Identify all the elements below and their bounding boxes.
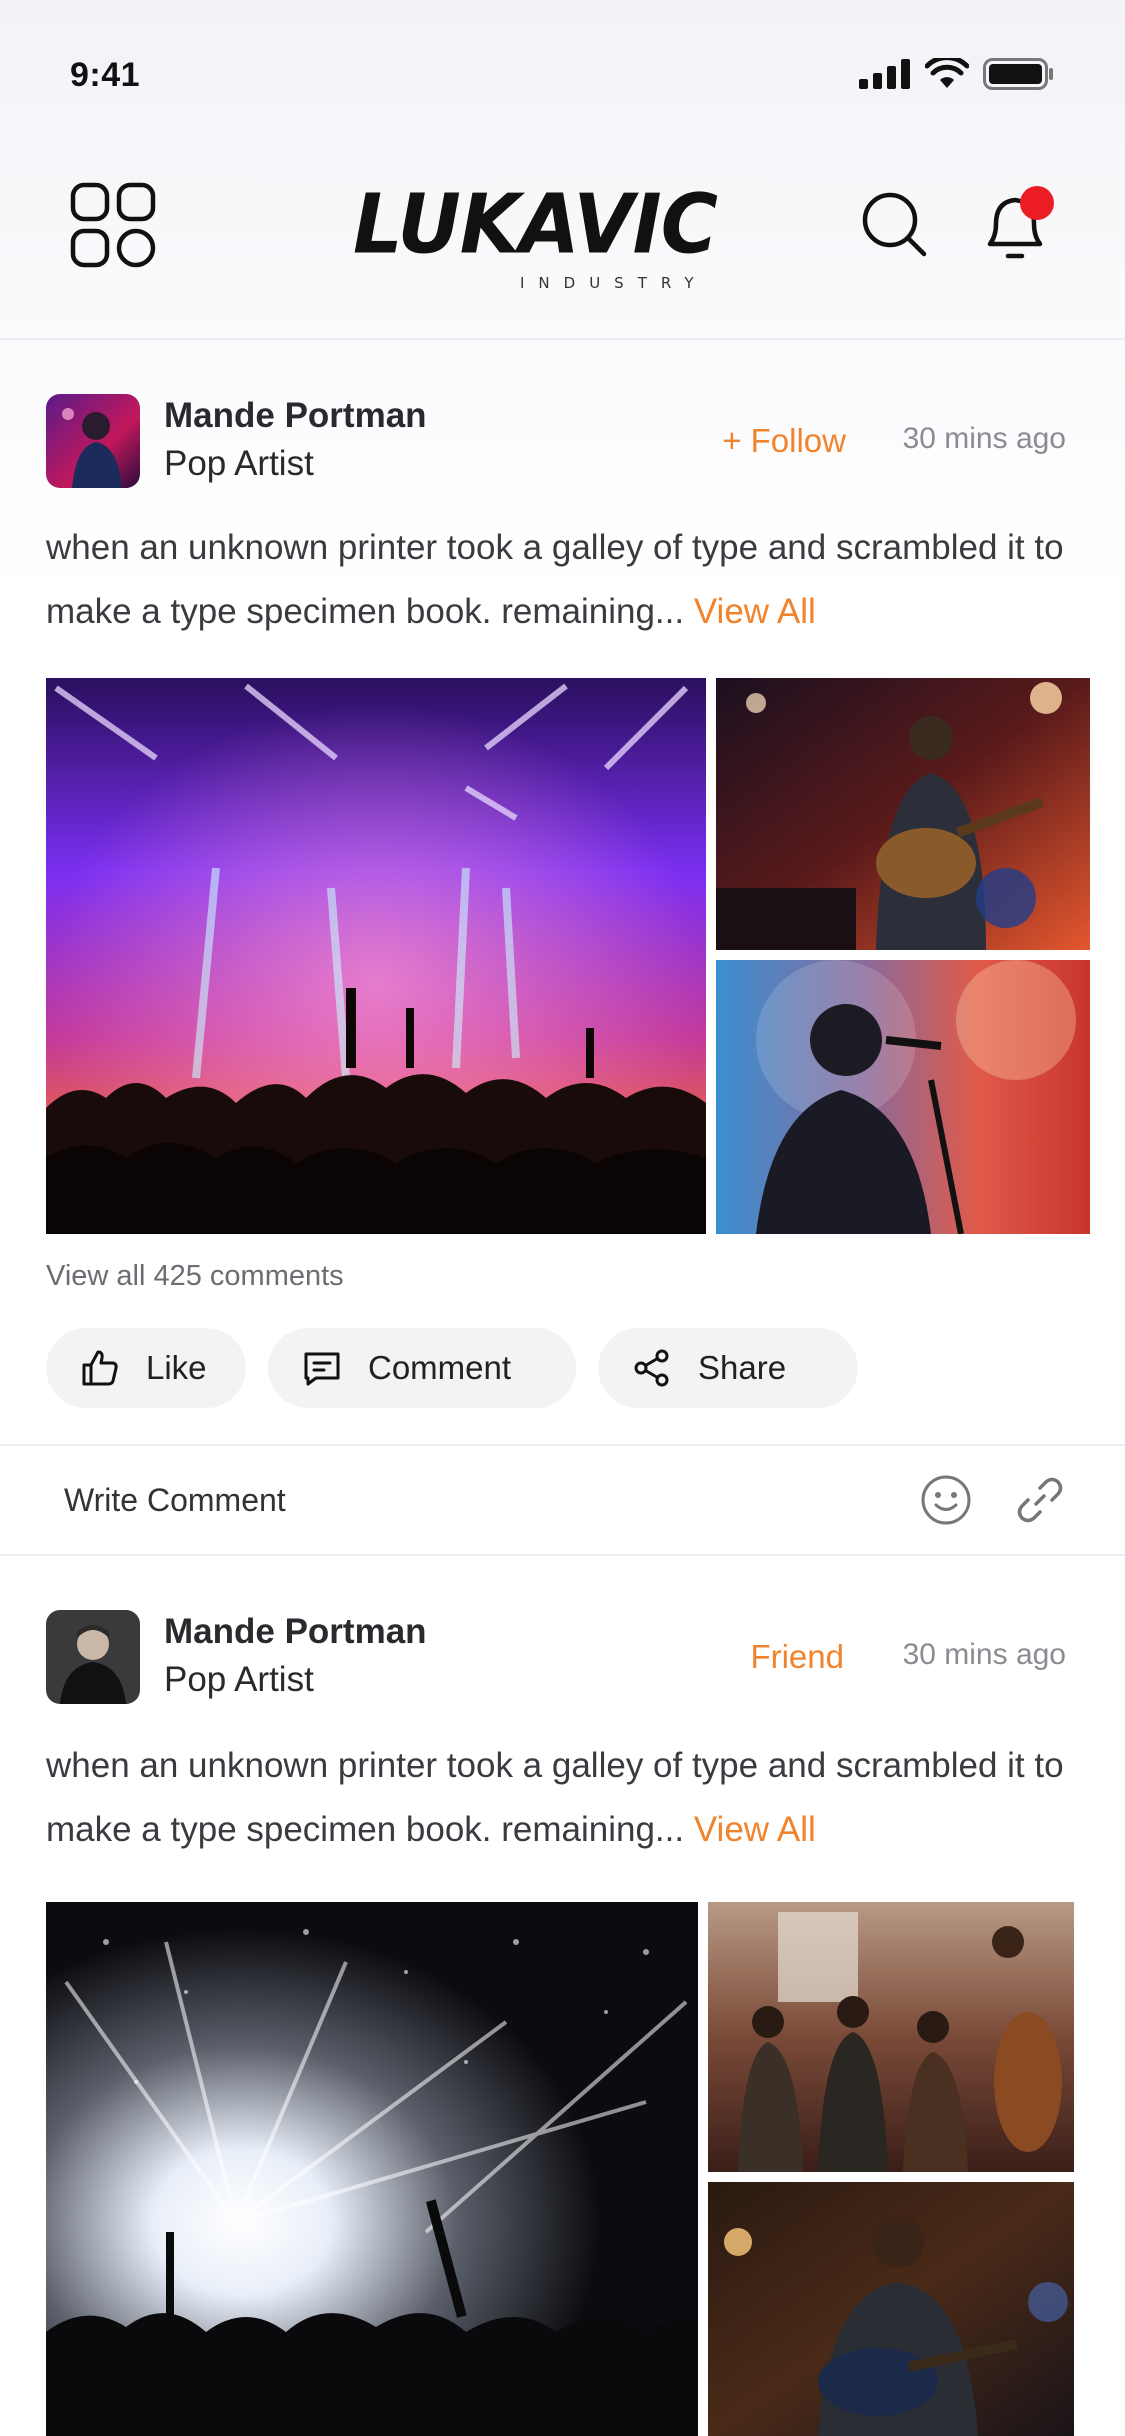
- comment-button[interactable]: Comment: [268, 1328, 576, 1408]
- grid-icon: [70, 182, 156, 268]
- app-header: LUKAVIC INDUSTRY: [0, 150, 1125, 340]
- post-photo-main[interactable]: [46, 678, 706, 1234]
- status-time: 9:41: [70, 56, 141, 94]
- post-photo-bottom-right[interactable]: [708, 2182, 1074, 2436]
- singer-microphone-image: [716, 960, 1090, 1234]
- post-timestamp: 30 mins ago: [902, 1638, 1066, 1671]
- cellular-signal-icon: [859, 59, 910, 89]
- view-all-link[interactable]: View All: [694, 592, 816, 631]
- avatar-image: [46, 1610, 140, 1704]
- post-photo-main[interactable]: [46, 1902, 698, 2436]
- battery-icon: [983, 58, 1053, 90]
- post-photo-top-right[interactable]: [716, 678, 1090, 950]
- post-timestamp: 30 mins ago: [902, 422, 1066, 455]
- wifi-icon: [925, 58, 969, 88]
- avatar[interactable]: [46, 394, 140, 488]
- comment-icon: [304, 1352, 340, 1386]
- acoustic-band-image: [708, 1902, 1074, 2172]
- post-body: when an unknown printer took a galley of…: [46, 1746, 1064, 1849]
- post-text: when an unknown printer took a galley of…: [46, 516, 1086, 644]
- logo-wordmark: LUKAVIC: [353, 177, 718, 273]
- post-card: Mande Portman Pop Artist Friend 30 mins …: [0, 1556, 1125, 2436]
- follow-button[interactable]: + Follow: [722, 422, 846, 460]
- post-body: when an unknown printer took a galley of…: [46, 528, 1064, 631]
- view-comments-link[interactable]: View all 425 comments: [46, 1260, 344, 1293]
- avatar[interactable]: [46, 1610, 140, 1704]
- like-button[interactable]: Like: [46, 1328, 246, 1408]
- post-card: Mande Portman Pop Artist + Follow 30 min…: [0, 340, 1125, 1556]
- post-photo-bottom-right[interactable]: [716, 960, 1090, 1234]
- share-button[interactable]: Share: [598, 1328, 858, 1408]
- avatar-image: [46, 394, 140, 488]
- emoji-button[interactable]: [920, 1474, 972, 1526]
- author-name[interactable]: Mande Portman: [164, 1612, 427, 1652]
- author-role: Pop Artist: [164, 1660, 314, 1699]
- festival-lights-image: [46, 1902, 698, 2436]
- like-label: Like: [146, 1349, 207, 1386]
- app-screen: 9:41 LUKAVIC INDUSTRY Mande Portman Pop …: [0, 0, 1125, 2436]
- notifications-button[interactable]: [980, 186, 1056, 266]
- author-role: Pop Artist: [164, 444, 314, 483]
- concert-crowd-image: [46, 678, 706, 1234]
- status-bar: 9:41: [0, 0, 1125, 150]
- author-name[interactable]: Mande Portman: [164, 396, 427, 436]
- post-text: when an unknown printer took a galley of…: [46, 1734, 1086, 1862]
- thumbs-up-icon: [82, 1350, 118, 1386]
- friend-button[interactable]: Friend: [750, 1638, 844, 1676]
- share-icon: [634, 1349, 669, 1387]
- post-photo-top-right[interactable]: [708, 1902, 1074, 2172]
- write-comment-input[interactable]: Write Comment: [64, 1482, 286, 1519]
- link-icon: [1017, 1477, 1063, 1523]
- comment-label: Comment: [368, 1349, 512, 1386]
- smiley-icon: [921, 1475, 971, 1525]
- status-icons: [859, 58, 1055, 90]
- post-author-row: Mande Portman Pop Artist Friend 30 mins …: [46, 1610, 1076, 1706]
- guitarist-on-stage-image: [716, 678, 1090, 950]
- view-all-link[interactable]: View All: [694, 1810, 816, 1849]
- singer-guitarist-image: [708, 2182, 1074, 2436]
- post-author-row: Mande Portman Pop Artist + Follow 30 min…: [46, 394, 1076, 490]
- logo-subtext: INDUSTRY: [520, 274, 708, 292]
- attach-link-button[interactable]: [1014, 1474, 1066, 1526]
- share-label: Share: [698, 1349, 787, 1386]
- menu-button[interactable]: [70, 182, 156, 268]
- brand-logo[interactable]: LUKAVIC INDUSTRY: [330, 177, 740, 292]
- search-icon: [862, 192, 927, 257]
- write-comment-row: Write Comment: [0, 1444, 1125, 1556]
- search-button[interactable]: [860, 190, 930, 260]
- notification-badge: [1020, 186, 1054, 220]
